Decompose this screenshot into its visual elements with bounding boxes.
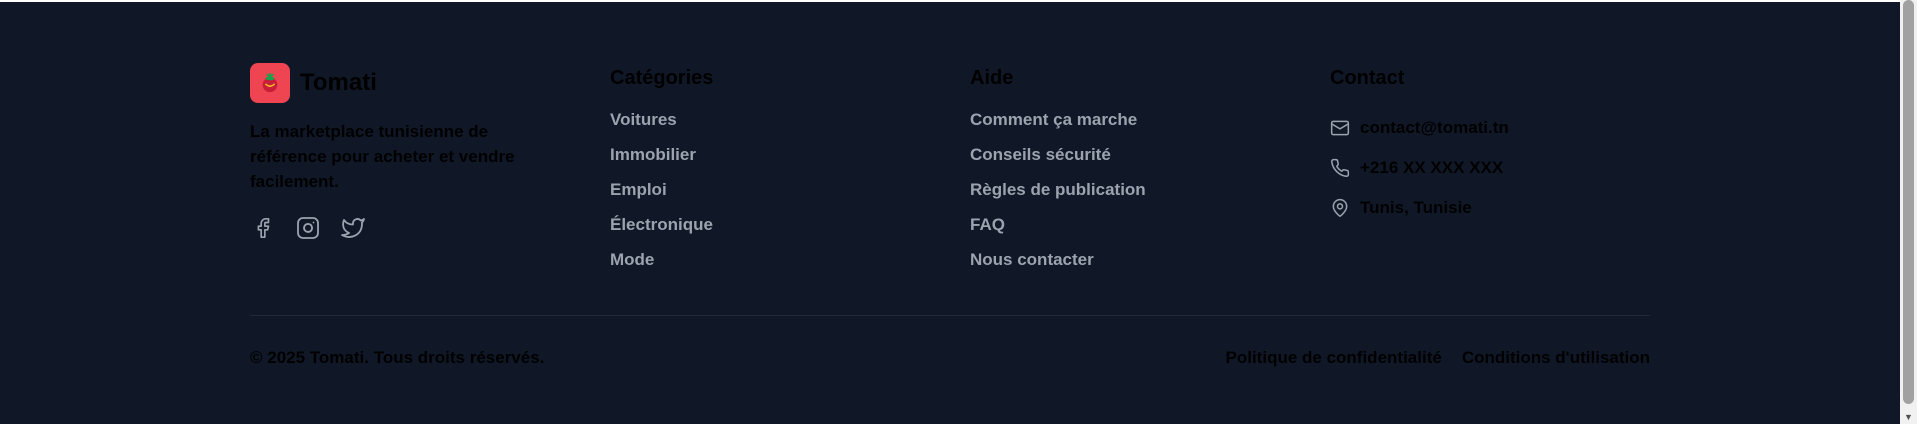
help-link-safety-tips[interactable]: Conseils sécurité	[970, 145, 1111, 164]
category-link-emploi[interactable]: Emploi	[610, 180, 667, 199]
list-item: Comment ça marche	[970, 108, 1146, 143]
help-link-posting-rules[interactable]: Règles de publication	[970, 180, 1146, 199]
scroll-down-arrow-icon[interactable]: ▼	[1903, 412, 1914, 422]
facebook-icon[interactable]	[250, 215, 275, 240]
brand-name: Tomati	[300, 69, 377, 96]
mail-icon	[1330, 118, 1350, 138]
list-item: Voitures	[610, 108, 713, 143]
list-item: Conseils sécurité	[970, 143, 1146, 178]
list-item: FAQ	[970, 213, 1146, 248]
terms-of-use-link[interactable]: Conditions d'utilisation	[1462, 348, 1650, 368]
category-link-immobilier[interactable]: Immobilier	[610, 145, 696, 164]
site-footer: Tomati La marketplace tunisienne de réfé…	[0, 2, 1900, 424]
list-item: Immobilier	[610, 143, 713, 178]
category-link-mode[interactable]: Mode	[610, 250, 654, 269]
help-link-how-it-works[interactable]: Comment ça marche	[970, 110, 1137, 129]
list-item: Règles de publication	[970, 178, 1146, 213]
categories-title: Catégories	[610, 67, 714, 89]
privacy-policy-link[interactable]: Politique de confidentialité	[1226, 348, 1442, 368]
footer-divider	[250, 315, 1650, 316]
footer-container: Tomati La marketplace tunisienne de réfé…	[250, 2, 1650, 424]
list-item: Électronique	[610, 213, 713, 248]
contact-phone[interactable]: +216 XX XXX XXX	[1360, 156, 1503, 180]
help-link-contact-us[interactable]: Nous contacter	[970, 250, 1094, 269]
instagram-icon[interactable]	[295, 215, 320, 240]
footer-help: Aide Comment ça marche Conseils sécurité…	[970, 65, 1146, 283]
contact-location-item: Tunis, Tunisie	[1330, 188, 1509, 228]
categories-list: Voitures Immobilier Emploi Électronique …	[610, 108, 713, 283]
copyright-text: © 2025 Tomati. Tous droits réservés.	[250, 348, 545, 367]
contact-title: Contact	[1330, 67, 1405, 89]
contact-list: contact@tomati.tn +216 XX XXX XXX Tunis,…	[1330, 108, 1509, 228]
footer-categories: Catégories Voitures Immobilier Emploi Él…	[610, 65, 713, 283]
category-link-voitures[interactable]: Voitures	[610, 110, 677, 129]
twitter-icon[interactable]	[340, 215, 365, 240]
phone-icon	[1330, 158, 1350, 178]
contact-email[interactable]: contact@tomati.tn	[1360, 116, 1509, 140]
list-item: Nous contacter	[970, 248, 1146, 283]
help-title: Aide	[970, 67, 1014, 89]
brand-tagline: La marketplace tunisienne de référence p…	[250, 122, 515, 191]
map-pin-icon	[1330, 198, 1350, 218]
list-item: Mode	[610, 248, 713, 283]
tomato-logo-icon	[250, 63, 290, 103]
footer-brand: Tomati La marketplace tunisienne de réfé…	[250, 63, 550, 240]
help-link-faq[interactable]: FAQ	[970, 215, 1005, 234]
contact-location: Tunis, Tunisie	[1360, 198, 1472, 217]
help-list: Comment ça marche Conseils sécurité Règl…	[970, 108, 1146, 283]
contact-phone-item[interactable]: +216 XX XXX XXX	[1330, 148, 1509, 188]
scrollbar-thumb[interactable]	[1903, 0, 1914, 404]
legal-links: Politique de confidentialité Conditions …	[1226, 348, 1650, 368]
footer-contact: Contact contact@tomati.tn +216 XX XXX XX…	[1330, 65, 1509, 228]
logo[interactable]: Tomati	[250, 63, 550, 103]
category-link-electronique[interactable]: Électronique	[610, 215, 713, 234]
vertical-scrollbar[interactable]: ▼	[1900, 0, 1917, 424]
contact-email-item[interactable]: contact@tomati.tn	[1330, 108, 1509, 148]
social-links	[250, 215, 550, 240]
list-item: Emploi	[610, 178, 713, 213]
